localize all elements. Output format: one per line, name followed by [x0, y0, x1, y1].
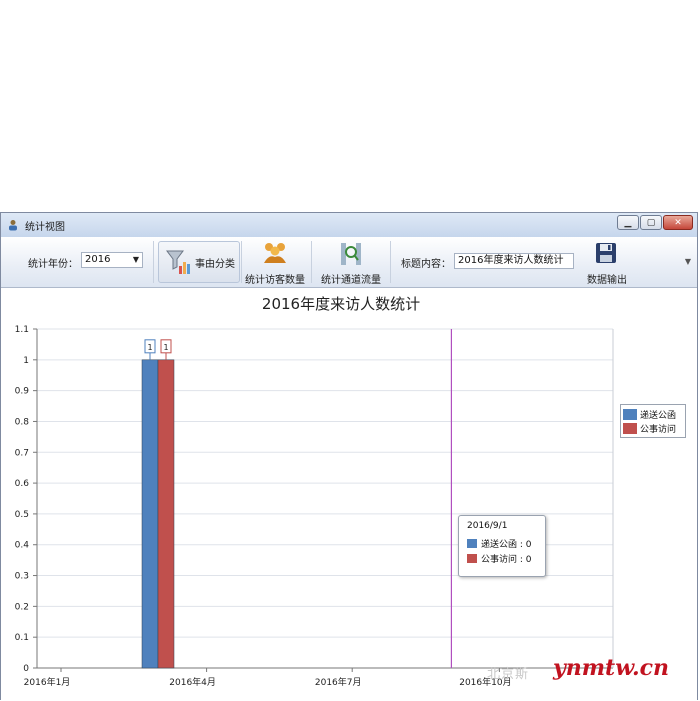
y-tick-label: 0.4 [15, 541, 30, 551]
y-tick-label: 0 [23, 664, 29, 674]
chevron-down-icon: ▼ [132, 255, 139, 264]
tooltip-value: 公事访问 : 0 [481, 555, 532, 565]
tooltip-value: 递送公函 : 0 [481, 540, 532, 550]
data-label: 1 [163, 343, 168, 352]
window-controls: ▁ ▢ ✕ [616, 215, 693, 232]
export-button-label: 数据输出 [587, 275, 627, 286]
statistics-window: 统计视图 ▁ ▢ ✕ 统计年份： 2016 ▼ 事由分类 统计访客数量 统计通道… [0, 212, 698, 701]
chart-area: 2016年度来访人数统计 0 0.1 0.2 0.3 0.4 0.5 0.6 0.7 0.8 0.… [1, 288, 697, 701]
chart-legend: 递送公函 公事访问 [620, 404, 686, 438]
export-button[interactable]: 数据输出 [583, 239, 631, 286]
channel-flow-button[interactable]: 统计通道流量 [317, 239, 383, 286]
data-label: 1 [147, 343, 152, 352]
y-tick-label: 0.6 [15, 479, 30, 489]
y-tick-label: 1 [23, 356, 29, 366]
y-tick-label: 0.2 [15, 602, 29, 612]
tooltip-row: 递送公函 : 0 [467, 536, 537, 551]
y-tick-label: 0.3 [15, 572, 29, 582]
y-tick-label: 0.5 [15, 510, 29, 520]
y-tick-label: 0.7 [15, 448, 29, 458]
legend-item: 公事访问 [623, 421, 683, 435]
toolbar-separator [153, 241, 154, 283]
visitor-count-button-label: 统计访客数量 [245, 275, 305, 286]
bar [157, 359, 175, 669]
app-icon [9, 220, 17, 231]
legend-label: 递送公函 [640, 410, 677, 421]
users-icon [264, 243, 286, 263]
y-tick-label: 1.1 [15, 325, 29, 335]
minimize-button[interactable]: ▁ [617, 215, 639, 230]
y-tick-label: 0.9 [15, 387, 30, 397]
year-select-value: 2016 [85, 254, 111, 265]
watermark-text: 北京斯 [487, 667, 530, 682]
legend-item: 递送公函 [623, 407, 683, 421]
toolbar-overflow-icon[interactable]: ▼ [685, 257, 691, 266]
year-label: 统计年份： [28, 259, 78, 270]
title-content-input[interactable]: 2016年度来访人数统计 [454, 253, 574, 269]
close-button[interactable]: ✕ [663, 215, 693, 230]
toolbar-separator [241, 241, 242, 283]
y-tick-label: 0.8 [15, 417, 30, 427]
channel-flow-button-label: 统计通道流量 [321, 275, 381, 286]
toolbar-separator [311, 241, 312, 283]
maximize-button[interactable]: ▢ [640, 215, 662, 230]
title-content-label: 标题内容： [401, 259, 451, 270]
window-title: 统计视图 [25, 222, 65, 233]
category-button[interactable]: 事由分类 [158, 241, 240, 283]
legend-swatch [623, 422, 637, 434]
toolbar: 统计年份： 2016 ▼ 事由分类 统计访客数量 统计通道流量 标题内容： 20… [1, 237, 697, 288]
year-select[interactable]: 2016 ▼ [81, 252, 143, 268]
bar [141, 359, 159, 669]
x-tick-label: 2016年4月 [169, 676, 216, 688]
tooltip-swatch [467, 539, 477, 548]
x-tick-label: 2016年1月 [24, 676, 71, 688]
y-tick-label: 0.1 [15, 633, 29, 643]
visitor-count-button[interactable]: 统计访客数量 [243, 239, 307, 286]
x-tick-label: 2016年7月 [315, 676, 362, 688]
title-bar[interactable]: 统计视图 ▁ ▢ ✕ [1, 213, 697, 238]
save-disk-icon [596, 243, 616, 263]
chart-plot[interactable]: 0 0.1 0.2 0.3 0.4 0.5 0.6 0.7 0.8 0.9 1 1.1 2016年1月 2… [1, 288, 699, 701]
legend-swatch [623, 408, 637, 420]
legend-label: 公事访问 [640, 424, 677, 435]
funnel-chart-icon [166, 250, 190, 274]
watermark-logo: ynmtw.cn [553, 655, 669, 681]
tooltip-date: 2016/9/1 [467, 521, 508, 531]
gate-search-icon [341, 243, 361, 265]
tooltip-swatch [467, 554, 477, 563]
tooltip-row: 公事访问 : 0 [467, 551, 537, 566]
crosshair-tooltip: 2016/9/1 递送公函 : 0 公事访问 : 0 [458, 515, 546, 577]
category-button-label: 事由分类 [195, 259, 235, 270]
toolbar-separator [390, 241, 391, 283]
